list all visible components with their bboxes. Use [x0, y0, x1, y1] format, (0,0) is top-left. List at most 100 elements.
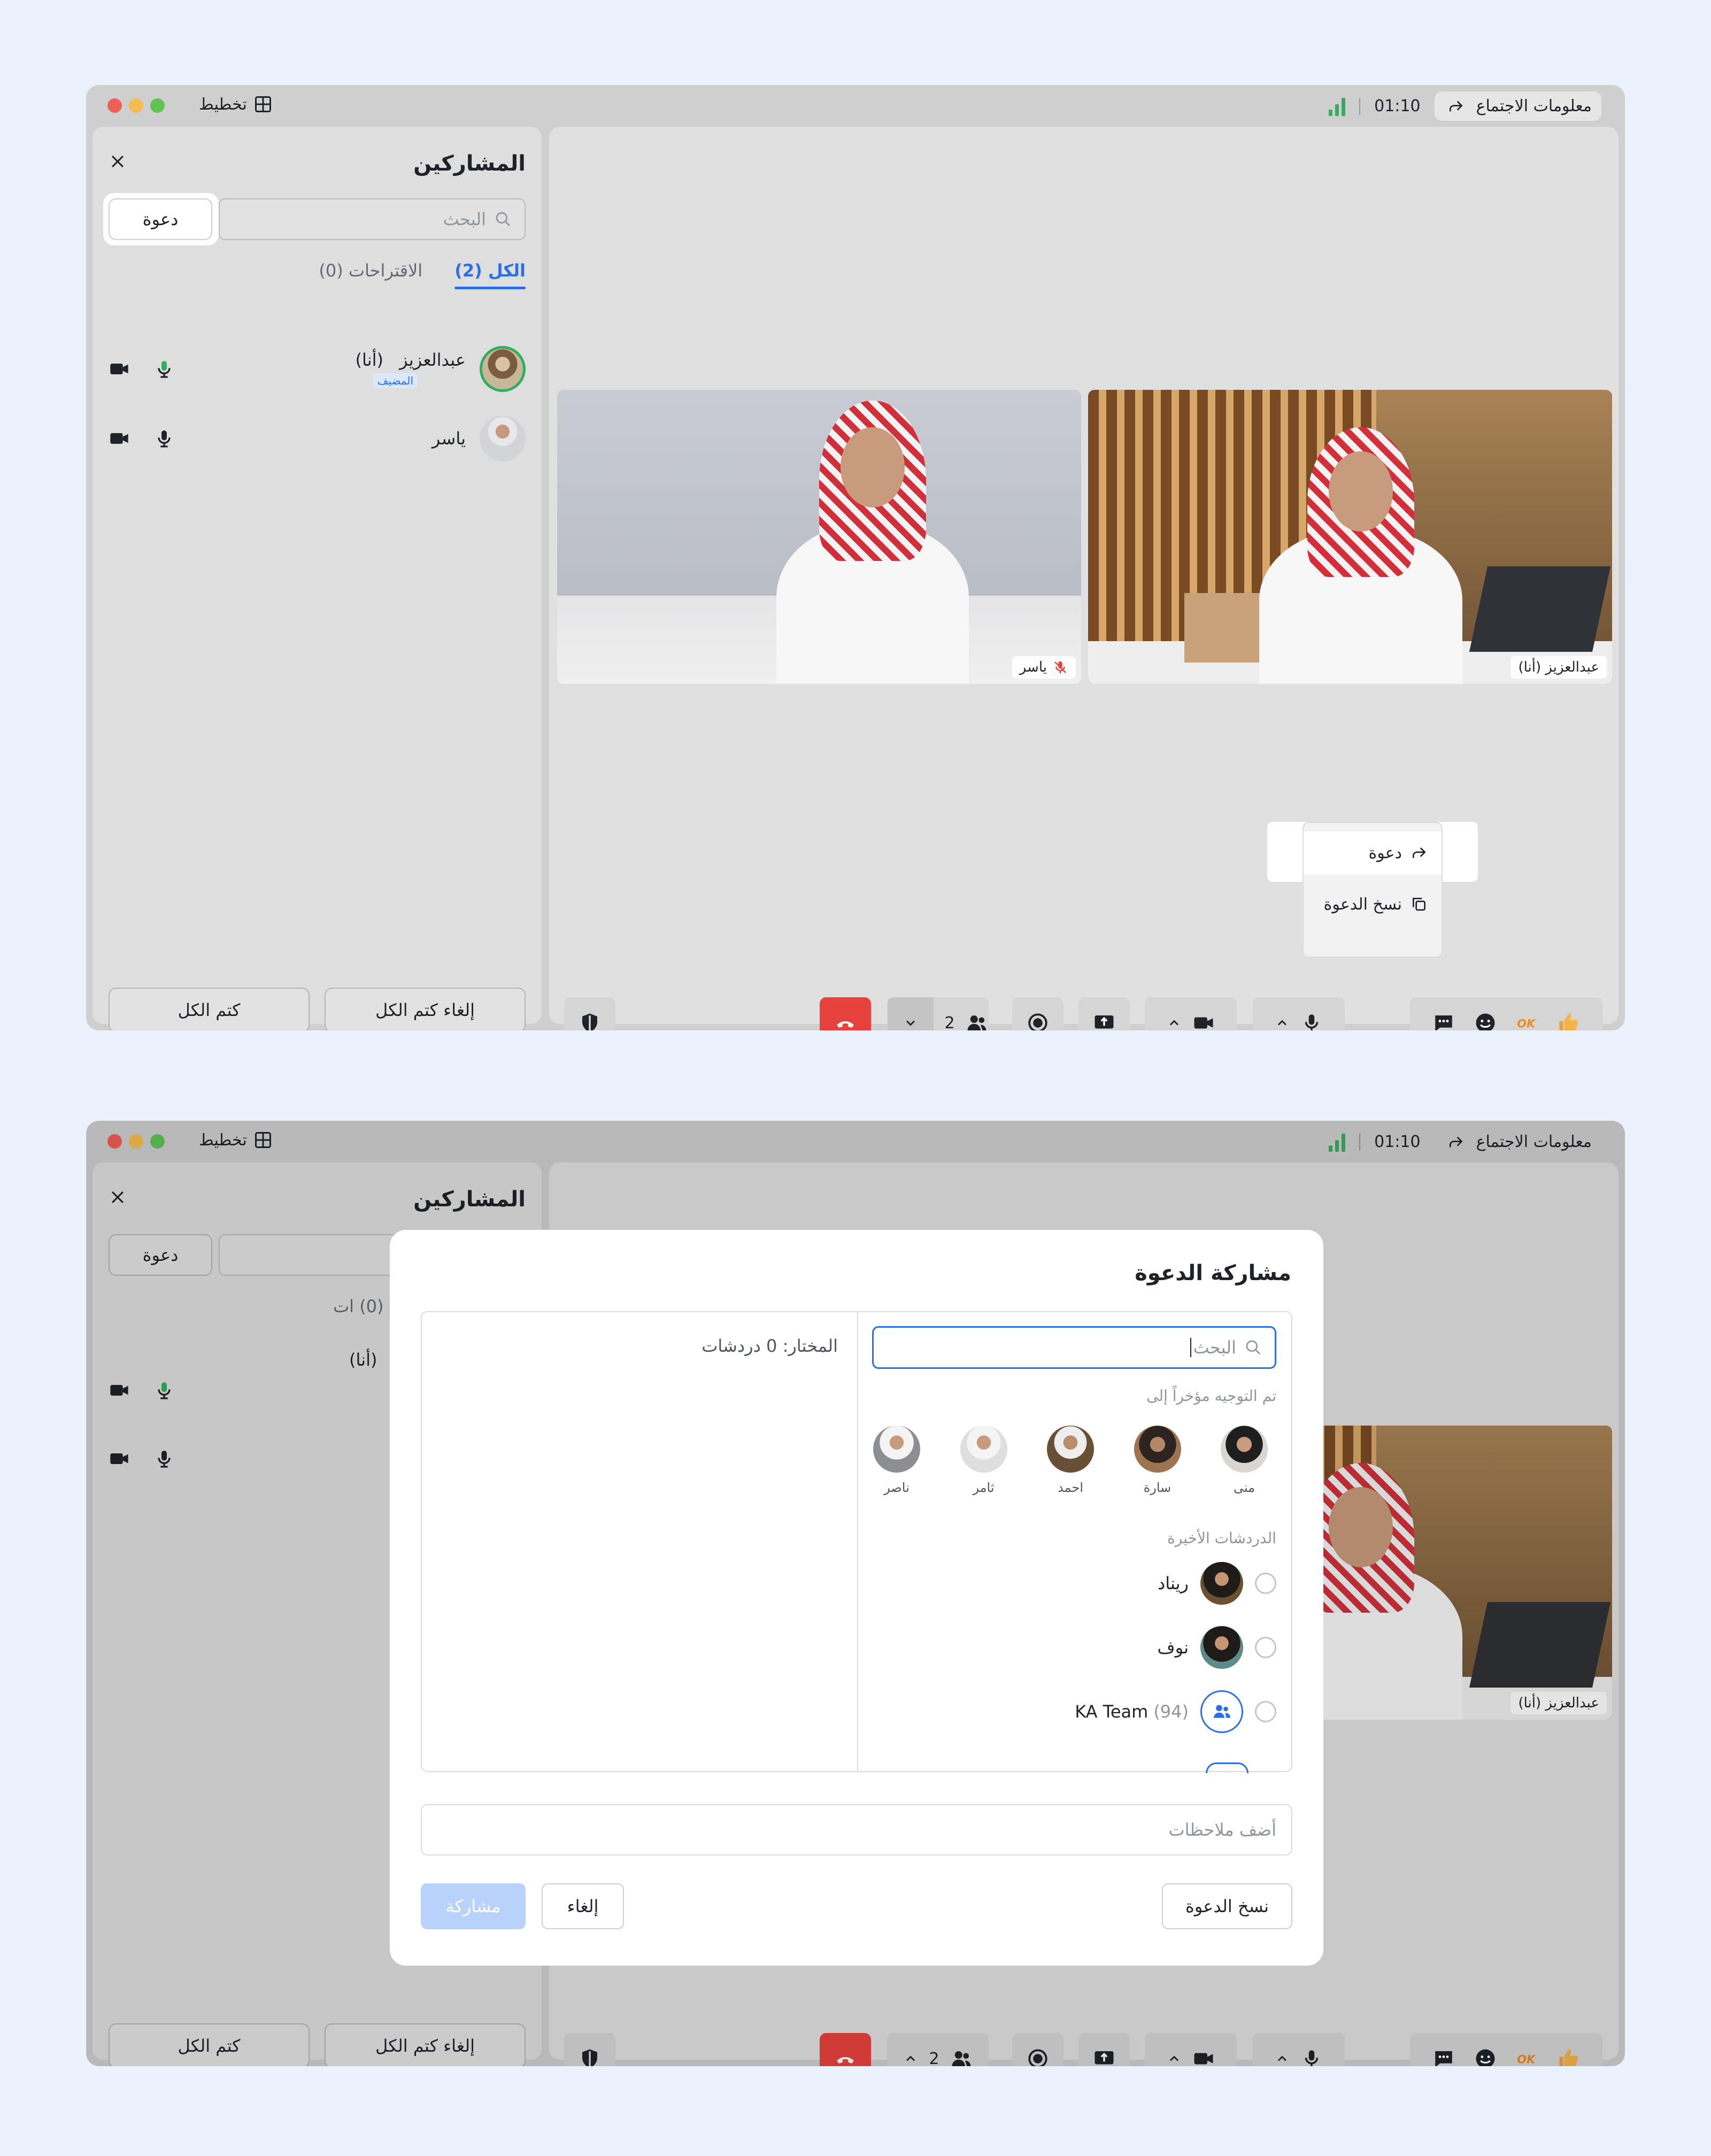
menu-item-invite[interactable]: دعوة — [1304, 831, 1442, 874]
smile-icon[interactable] — [1474, 1012, 1497, 1030]
recent-contact[interactable]: احمد — [1038, 1426, 1103, 1495]
share-button[interactable]: مشاركة — [421, 1883, 526, 1929]
group-icon — [1214, 1705, 1230, 1718]
divider — [857, 1312, 858, 1771]
leave-call-button[interactable] — [820, 997, 871, 1030]
select-radio[interactable] — [1255, 1701, 1276, 1722]
mic-icon[interactable] — [153, 428, 175, 449]
video-tile[interactable]: عبدالعزيز (أنا) — [1088, 390, 1612, 684]
tile-name-tag: عبدالعزيز (أنا) — [1510, 656, 1607, 679]
tab-all[interactable]: الكل (2) — [454, 260, 526, 289]
participant-row[interactable]: عبدالعزيز (أنا) المضيف — [109, 340, 526, 398]
chat-row[interactable]: KA Team (94) — [865, 1688, 1276, 1736]
notes-placeholder: أضف ملاحظات — [1168, 1820, 1277, 1840]
share-invite-dialog: مشاركة الدعوة البحث المختار: 0 دردشات تم… — [390, 1230, 1323, 1966]
close-window-button[interactable] — [107, 98, 122, 113]
comment-icon[interactable] — [1432, 1012, 1455, 1030]
select-radio[interactable] — [1255, 1637, 1276, 1658]
chat-name: KA Team — [1075, 1701, 1149, 1722]
svg-text:OK: OK — [1517, 1017, 1536, 1030]
chat-row[interactable]: ريناد — [865, 1559, 1276, 1607]
control-bar: 2 OK — [549, 997, 1618, 1030]
people-icon — [967, 1015, 986, 1030]
share-screen-icon — [1095, 1015, 1114, 1029]
participant-video — [1259, 427, 1462, 684]
host-badge: المضيف — [373, 373, 418, 388]
search-icon — [1246, 1340, 1260, 1354]
title-bar-status: 01:10 معلومات الاجتماع — [1329, 91, 1601, 121]
camera-icon[interactable] — [109, 428, 130, 449]
meeting-info-button[interactable]: معلومات الاجتماع — [1434, 91, 1601, 121]
copy-invite-button[interactable]: نسخ الدعوة — [1162, 1883, 1292, 1929]
layout-label: تخطيط — [199, 95, 247, 114]
cancel-button[interactable]: إلغاء — [542, 1883, 624, 1929]
recent-forward-label: تم التوجيه مؤخراً إلى — [1146, 1387, 1276, 1405]
contact-name: ناصر — [884, 1480, 910, 1495]
share-icon — [1449, 101, 1463, 111]
mic-icon[interactable] — [153, 358, 175, 380]
group-avatar — [1200, 1690, 1243, 1733]
selected-count: المختار: 0 دردشات — [702, 1336, 838, 1356]
self-tag: (أنا) — [355, 350, 383, 370]
mute-all-button[interactable]: كتم الكل — [109, 988, 310, 1030]
avatar — [1047, 1426, 1094, 1473]
meeting-timer: 01:10 — [1374, 97, 1421, 116]
member-count: (94) — [1153, 1701, 1189, 1722]
invite-menu: دعوة نسخ الدعوة — [1302, 822, 1443, 958]
participants-button[interactable]: 2 — [887, 997, 989, 1030]
recent-contact[interactable]: منى — [1212, 1426, 1276, 1495]
invite-dropdown-toggle[interactable] — [888, 997, 934, 1030]
security-button[interactable] — [564, 997, 615, 1030]
copy-icon — [1413, 898, 1425, 911]
chat-name: نوف — [1157, 1637, 1189, 1658]
avatar — [1221, 1426, 1268, 1473]
participant-name: ياسر — [431, 428, 466, 449]
participant-search-input[interactable]: البحث — [219, 198, 526, 240]
avatar — [960, 1426, 1007, 1473]
tab-suggestions[interactable]: الاقتراحات (0) — [319, 260, 422, 289]
notes-input[interactable]: أضف ملاحظات — [421, 1804, 1292, 1855]
minimize-window-button[interactable] — [129, 98, 143, 113]
chat-row[interactable]: نوف — [865, 1623, 1276, 1672]
mic-off-icon — [1054, 661, 1066, 674]
recipient-search-input[interactable]: البحث — [872, 1326, 1276, 1369]
record-button[interactable] — [1012, 997, 1063, 1030]
menu-item-label: نسخ الدعوة — [1323, 895, 1402, 914]
invite-button[interactable]: دعوة — [109, 198, 212, 240]
avatar — [480, 415, 526, 461]
menu-item-copy-invite[interactable]: نسخ الدعوة — [1304, 883, 1442, 926]
unmute-all-button[interactable]: إلغاء كتم الكل — [325, 988, 526, 1030]
meeting-info-label: معلومات الاجتماع — [1476, 97, 1592, 116]
video-tile[interactable]: ياسر — [557, 390, 1081, 684]
shield-icon — [582, 1013, 597, 1030]
chevron-up-icon[interactable] — [1167, 1015, 1182, 1030]
avatar — [873, 1426, 920, 1473]
tile-name: ياسر — [1019, 659, 1047, 675]
close-icon[interactable] — [109, 152, 127, 171]
mic-button[interactable] — [1253, 997, 1345, 1030]
share-icon — [1413, 847, 1426, 858]
ok-icon[interactable]: OK — [1516, 1012, 1538, 1030]
select-radio[interactable] — [1255, 1573, 1276, 1594]
search-icon — [496, 212, 510, 226]
window-controls — [107, 98, 165, 113]
participant-count: 2 — [944, 1013, 955, 1031]
participant-tabs: الكل (2) الاقتراحات (0) — [319, 260, 526, 289]
participants-panel: المشاركين البحث دعوة الكل (2) الاقتراحات… — [93, 127, 542, 1030]
search-placeholder: البحث — [1193, 1337, 1236, 1358]
panel-title: المشاركين — [413, 151, 526, 176]
avatar — [1200, 1562, 1243, 1605]
chevron-down-icon — [906, 1020, 915, 1026]
share-screen-button[interactable] — [1078, 997, 1130, 1030]
camera-icon[interactable] — [109, 358, 130, 380]
participant-row[interactable]: ياسر — [109, 409, 526, 468]
camera-button[interactable] — [1145, 997, 1237, 1030]
recent-contact[interactable]: ثامر — [952, 1426, 1016, 1495]
chevron-up-icon[interactable] — [1275, 1015, 1290, 1030]
zoom-window-button[interactable] — [150, 98, 165, 113]
contact-name: منى — [1233, 1480, 1255, 1495]
thumbs-up-icon[interactable] — [1558, 1012, 1580, 1030]
recent-contact[interactable]: سارة — [1126, 1426, 1190, 1495]
layout-button[interactable]: تخطيط — [199, 95, 273, 114]
recent-contact[interactable]: ناصر — [865, 1426, 929, 1495]
